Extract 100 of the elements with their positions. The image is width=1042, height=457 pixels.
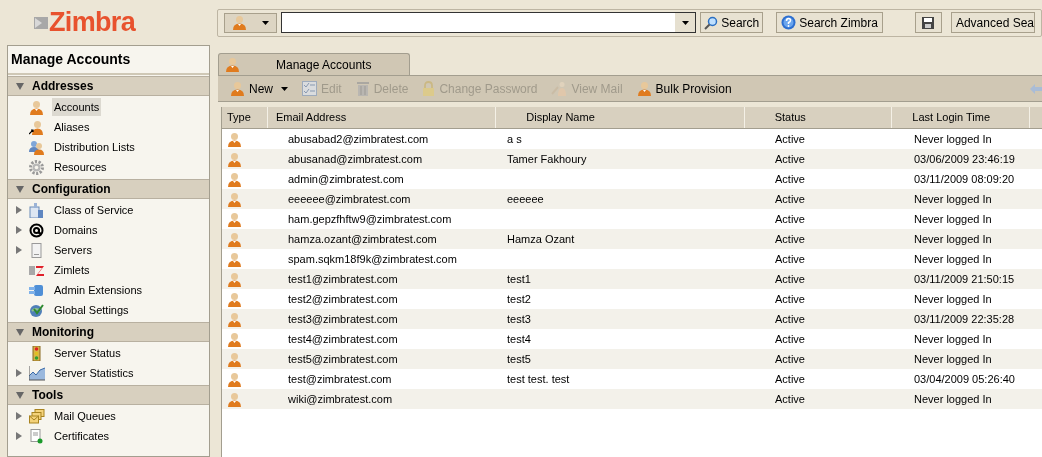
tab[interactable]: Manage Accounts — [218, 53, 410, 75]
left-arrow-icon — [1030, 83, 1042, 94]
collapse-icon — [16, 391, 24, 399]
table-cell-text: test4 — [507, 331, 531, 347]
sidebar-item[interactable]: Admin Extensions — [52, 280, 145, 300]
sidebar-item[interactable]: Server Statistics — [52, 363, 136, 383]
table-cell-text: Never logged In — [914, 191, 992, 207]
expand-icon[interactable] — [16, 369, 22, 377]
person-icon — [636, 81, 652, 96]
collapse-icon — [16, 82, 24, 90]
table-cell-text: Never logged In — [914, 391, 992, 407]
table-cell-text: Active — [775, 131, 805, 147]
sidebar-item[interactable]: Global Settings — [52, 300, 131, 320]
advanced-search-button[interactable]: Advanced Sea — [950, 12, 1035, 33]
save-button[interactable] — [914, 12, 942, 33]
sidebar-item[interactable]: Distribution Lists — [52, 137, 137, 157]
table-cell-text: wiki@zimbratest.com — [288, 391, 393, 407]
table-cell-text: Never logged In — [914, 331, 992, 347]
table-cell-text: test5@zimbratest.com — [288, 351, 398, 367]
table-cell-text: admin@zimbratest.com — [288, 171, 404, 187]
column-header[interactable]: Last Login Time — [892, 107, 1030, 128]
table-cell-text: Active — [775, 151, 805, 167]
expand-icon[interactable] — [16, 206, 22, 214]
column-header[interactable]: Email Address — [267, 107, 497, 128]
toolbar-button[interactable]: New — [228, 78, 290, 99]
table-cell-text: Never logged In — [914, 211, 992, 227]
globe-check-icon — [29, 302, 44, 318]
table-cell-text: spam.sqkm18f9k@zimbratest.com — [288, 251, 457, 267]
sidebar-item[interactable]: Domains — [52, 220, 100, 240]
account-icon — [227, 351, 242, 367]
at-sign-icon — [29, 222, 44, 238]
table-cell-text: Active — [775, 371, 805, 387]
sidebar-item[interactable]: Class of Service — [52, 200, 136, 220]
person-icon — [232, 15, 248, 30]
search-field[interactable] — [280, 12, 697, 33]
column-header[interactable]: Display Name — [496, 107, 745, 128]
account-icon — [227, 231, 242, 247]
table-cell-text: Active — [775, 311, 805, 327]
envelopes-icon — [29, 408, 45, 424]
search-zimbra-button[interactable]: Search Zimbra — [776, 12, 883, 33]
sidebar-item[interactable]: Zimlets — [52, 260, 92, 280]
floppy-icon — [921, 15, 936, 30]
table-cell-text: a s — [507, 131, 522, 147]
table-cell-text: test2@zimbratest.com — [288, 291, 398, 307]
section-header[interactable]: Monitoring — [8, 322, 209, 342]
section-header[interactable]: Tools — [8, 385, 209, 405]
sidebar-item[interactable]: Resources — [52, 157, 109, 177]
section-header[interactable]: Configuration — [8, 179, 209, 199]
table-cell-text: test5 — [507, 351, 531, 367]
table-cell-text: 03/06/2009 23:46:19 — [914, 151, 1015, 167]
gear-icon — [29, 159, 44, 175]
column-header[interactable]: Status — [744, 107, 893, 128]
table-cell-text: 03/11/2009 22:35:28 — [914, 311, 1015, 327]
table-cell-text: Active — [775, 291, 805, 307]
table-cell-text: abusabad2@zimbratest.com — [288, 131, 429, 147]
table-cell-text: Active — [775, 391, 805, 407]
account-icon — [227, 391, 242, 407]
expand-icon[interactable] — [16, 246, 22, 254]
sidebar-item[interactable]: Aliases — [52, 117, 92, 137]
plug-icon — [29, 282, 44, 298]
table-cell-text: Never logged In — [914, 251, 992, 267]
expand-icon[interactable] — [16, 226, 22, 234]
expand-icon[interactable] — [16, 432, 22, 440]
table-cell-text: Active — [775, 231, 805, 247]
toolbar-button[interactable]: Bulk Provision — [634, 78, 734, 99]
table-cell-text: test3 — [507, 311, 531, 327]
table-cell-text: Active — [775, 271, 805, 287]
section-header[interactable]: Addresses — [8, 76, 209, 96]
certificate-icon — [29, 428, 44, 444]
search-type-dropdown[interactable] — [224, 12, 277, 33]
person-icon — [29, 99, 44, 115]
table-cell-text: test1 — [507, 271, 531, 287]
sidebar-item[interactable]: Server Status — [52, 343, 123, 363]
expand-icon[interactable] — [16, 412, 22, 420]
table-cell-text: ham.gepzfhftw9@zimbratest.com — [288, 211, 452, 227]
table-cell-text: Never logged In — [914, 351, 992, 367]
traffic-light-icon — [29, 345, 44, 361]
search-button[interactable]: Search — [700, 12, 764, 33]
sidebar-item[interactable]: Accounts — [52, 97, 102, 117]
padlock-icon — [422, 81, 436, 96]
alias-person-icon — [29, 119, 44, 135]
sidebar-item[interactable]: Certificates — [52, 426, 112, 446]
caret-icon — [261, 20, 269, 25]
sidebar-item[interactable]: Mail Queues — [52, 406, 118, 426]
caret-icon — [681, 20, 689, 25]
table-cell-text: Never logged In — [914, 231, 992, 247]
table-cell-text: 03/11/2009 21:50:15 — [914, 271, 1015, 287]
table-cell-text: Active — [775, 351, 805, 367]
table-cell-text: 03/11/2009 08:09:20 — [914, 171, 1015, 187]
sidebar-item[interactable]: Servers — [52, 240, 94, 260]
table-cell-text: test1@zimbratest.com — [288, 271, 398, 287]
column-header[interactable]: Type — [222, 107, 268, 128]
table-cell-text: Active — [775, 211, 805, 227]
document-icon — [29, 202, 44, 218]
table-cell-text: Tamer Fakhoury — [507, 151, 587, 167]
server-icon — [29, 242, 44, 258]
edit-list-icon — [302, 81, 317, 96]
account-icon — [227, 151, 242, 167]
logo: Zimbra — [49, 9, 135, 36]
table-cell-text: test3@zimbratest.com — [288, 311, 398, 327]
